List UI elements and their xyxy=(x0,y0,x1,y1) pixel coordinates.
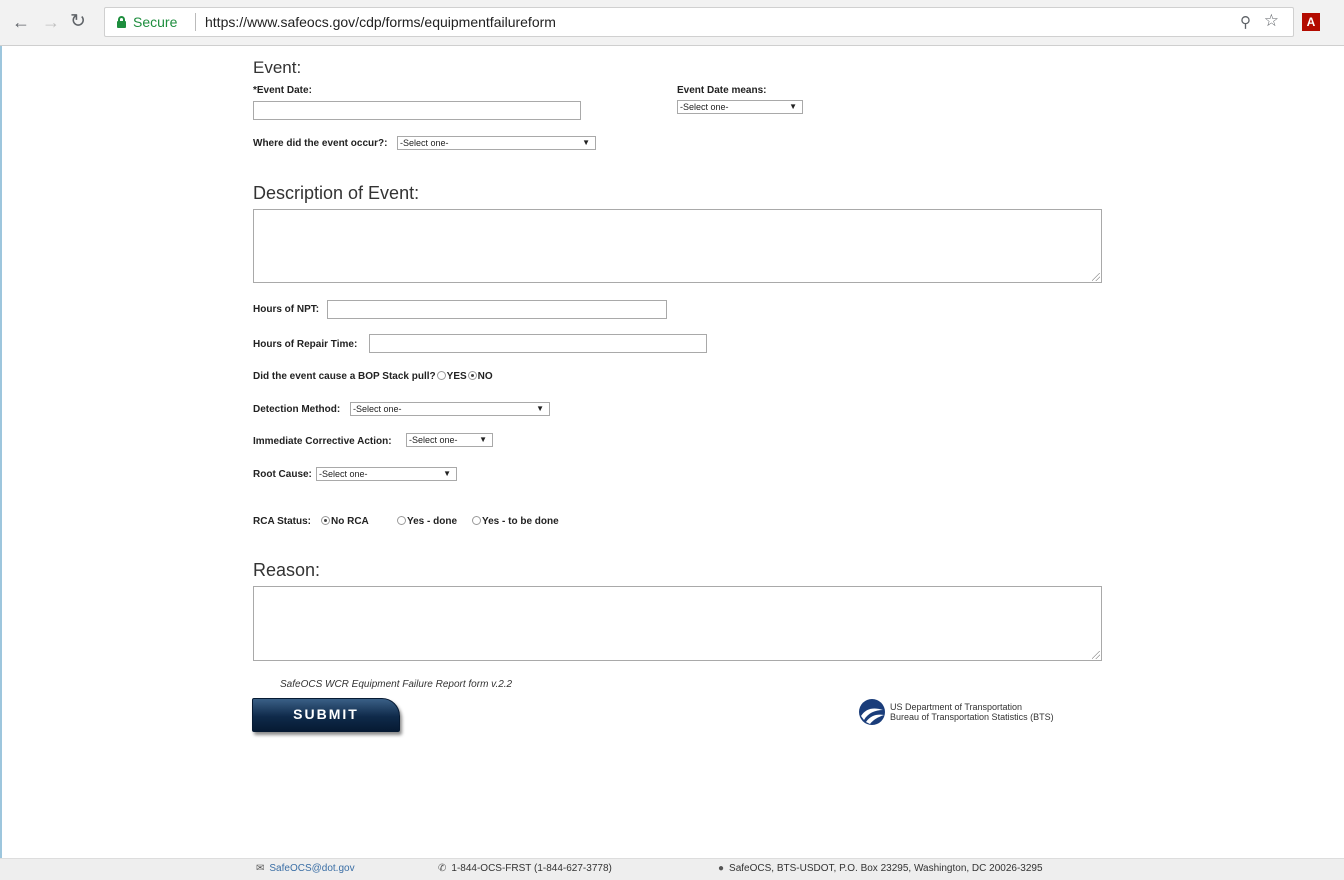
dropdown-arrow-icon: ▼ xyxy=(582,138,590,147)
rca-no-label[interactable]: No RCA xyxy=(331,516,369,527)
omnibox-separator xyxy=(195,13,196,31)
corrective-action-value: -Select one- xyxy=(409,435,458,445)
event-section-title: Event: xyxy=(253,58,302,77)
envelope-icon: ✉ xyxy=(256,863,265,874)
event-date-input[interactable] xyxy=(253,101,581,120)
rca-todo-label[interactable]: Yes - to be done xyxy=(482,516,559,527)
detection-method-label: Detection Method: xyxy=(253,404,341,415)
rca-option-done[interactable]: Yes - done xyxy=(396,516,457,527)
reload-icon[interactable]: ↻ xyxy=(70,11,86,33)
rca-no-radio[interactable] xyxy=(321,516,330,525)
page-footer: ✉ SafeOCS@dot.gov ✆ 1-844-OCS-FRST (1-844-… xyxy=(0,858,1344,880)
footer-address-text: SafeOCS, BTS-USDOT, P.O. Box 23295, Wash… xyxy=(729,863,1043,874)
secure-label: Secure xyxy=(133,14,178,30)
form-version-note: SafeOCS WCR Equipment Failure Report for… xyxy=(280,679,513,690)
dropdown-arrow-icon: ▼ xyxy=(479,435,487,444)
phone-icon: ✆ xyxy=(438,863,447,874)
bop-yes-label[interactable]: YES xyxy=(447,371,467,382)
url-text[interactable]: https://www.safeocs.gov/cdp/forms/equipm… xyxy=(205,14,556,30)
rca-option-no[interactable]: No RCA xyxy=(320,516,369,527)
dot-logo-icon xyxy=(859,699,885,725)
event-date-means-select[interactable]: -Select one- ▼ xyxy=(677,100,803,114)
hours-repair-input[interactable] xyxy=(369,334,707,353)
hours-npt-label: Hours of NPT: xyxy=(253,304,320,315)
root-cause-label: Root Cause: xyxy=(253,469,312,480)
footer-address: ● SafeOCS, BTS-USDOT, P.O. Box 23295, Was… xyxy=(718,863,1043,874)
rca-done-label[interactable]: Yes - done xyxy=(407,516,457,527)
reason-section-title: Reason: xyxy=(253,560,321,580)
detection-method-value: -Select one- xyxy=(353,404,402,414)
dropdown-arrow-icon: ▼ xyxy=(443,469,451,478)
footer-email[interactable]: ✉ SafeOCS@dot.gov xyxy=(256,863,355,874)
footer-phone: ✆ 1-844-OCS-FRST (1-844-627-3778) xyxy=(438,863,612,874)
rca-status-label: RCA Status: xyxy=(253,516,311,527)
map-pin-icon: ● xyxy=(718,863,725,874)
bop-yes-radio[interactable] xyxy=(436,371,446,380)
event-location-value: -Select one- xyxy=(400,138,449,148)
forward-arrow-icon[interactable]: → xyxy=(42,11,60,33)
bop-no-radio[interactable] xyxy=(467,371,477,380)
root-cause-value: -Select one- xyxy=(319,469,368,479)
submit-button[interactable]: SUBMIT xyxy=(252,698,400,732)
zoom-icon[interactable]: ⚲ xyxy=(1240,13,1251,31)
corrective-action-label: Immediate Corrective Action: xyxy=(253,436,392,447)
event-location-label: Where did the event occur?: xyxy=(253,138,388,149)
reason-textarea[interactable] xyxy=(253,586,1102,661)
event-date-means-value: -Select one- xyxy=(680,102,729,112)
event-date-means-label: Event Date means: xyxy=(677,85,767,96)
dot-line-1: US Department of Transportation xyxy=(890,702,1023,712)
rca-done-radio[interactable] xyxy=(397,516,406,525)
dot-agency-text: US Department of Transportation Bureau o… xyxy=(890,702,1054,722)
bop-question-label: Did the event cause a BOP Stack pull? xyxy=(253,371,436,382)
browser-toolbar: ← → ↻ Secure https://www.safeocs.gov/cdp… xyxy=(0,0,1344,46)
footer-email-link[interactable]: SafeOCS@dot.gov xyxy=(269,863,354,874)
root-cause-select[interactable]: -Select one- ▼ xyxy=(316,467,457,481)
window-edge xyxy=(0,46,2,880)
resize-grip-icon[interactable] xyxy=(1092,651,1100,659)
event-location-select[interactable]: -Select one- ▼ xyxy=(397,136,596,150)
bop-question: Did the event cause a BOP Stack pull? YES… xyxy=(253,371,493,382)
lock-icon xyxy=(117,16,126,28)
back-arrow-icon[interactable]: ← xyxy=(12,11,30,33)
hours-repair-label: Hours of Repair Time: xyxy=(253,339,358,350)
dropdown-arrow-icon: ▼ xyxy=(789,102,797,111)
detection-method-select[interactable]: -Select one- ▼ xyxy=(350,402,550,416)
rca-todo-radio[interactable] xyxy=(472,516,481,525)
event-date-label: *Event Date: xyxy=(253,85,312,96)
address-bar[interactable]: Secure https://www.safeocs.gov/cdp/forms… xyxy=(104,7,1294,37)
acrobat-icon[interactable]: A xyxy=(1302,13,1320,31)
resize-grip-icon[interactable] xyxy=(1092,273,1100,281)
dropdown-arrow-icon: ▼ xyxy=(536,404,544,413)
description-textarea[interactable] xyxy=(253,209,1102,283)
rca-option-todo[interactable]: Yes - to be done xyxy=(471,516,559,527)
bop-no-label[interactable]: NO xyxy=(478,371,493,382)
hours-npt-input[interactable] xyxy=(327,300,667,319)
footer-phone-text: 1-844-OCS-FRST (1-844-627-3778) xyxy=(451,863,612,874)
dot-line-2: Bureau of Transportation Statistics (BTS… xyxy=(890,712,1054,722)
corrective-action-select[interactable]: -Select one- ▼ xyxy=(406,433,493,447)
description-section-title: Description of Event: xyxy=(253,183,420,203)
star-icon[interactable]: ☆ xyxy=(1264,11,1279,31)
